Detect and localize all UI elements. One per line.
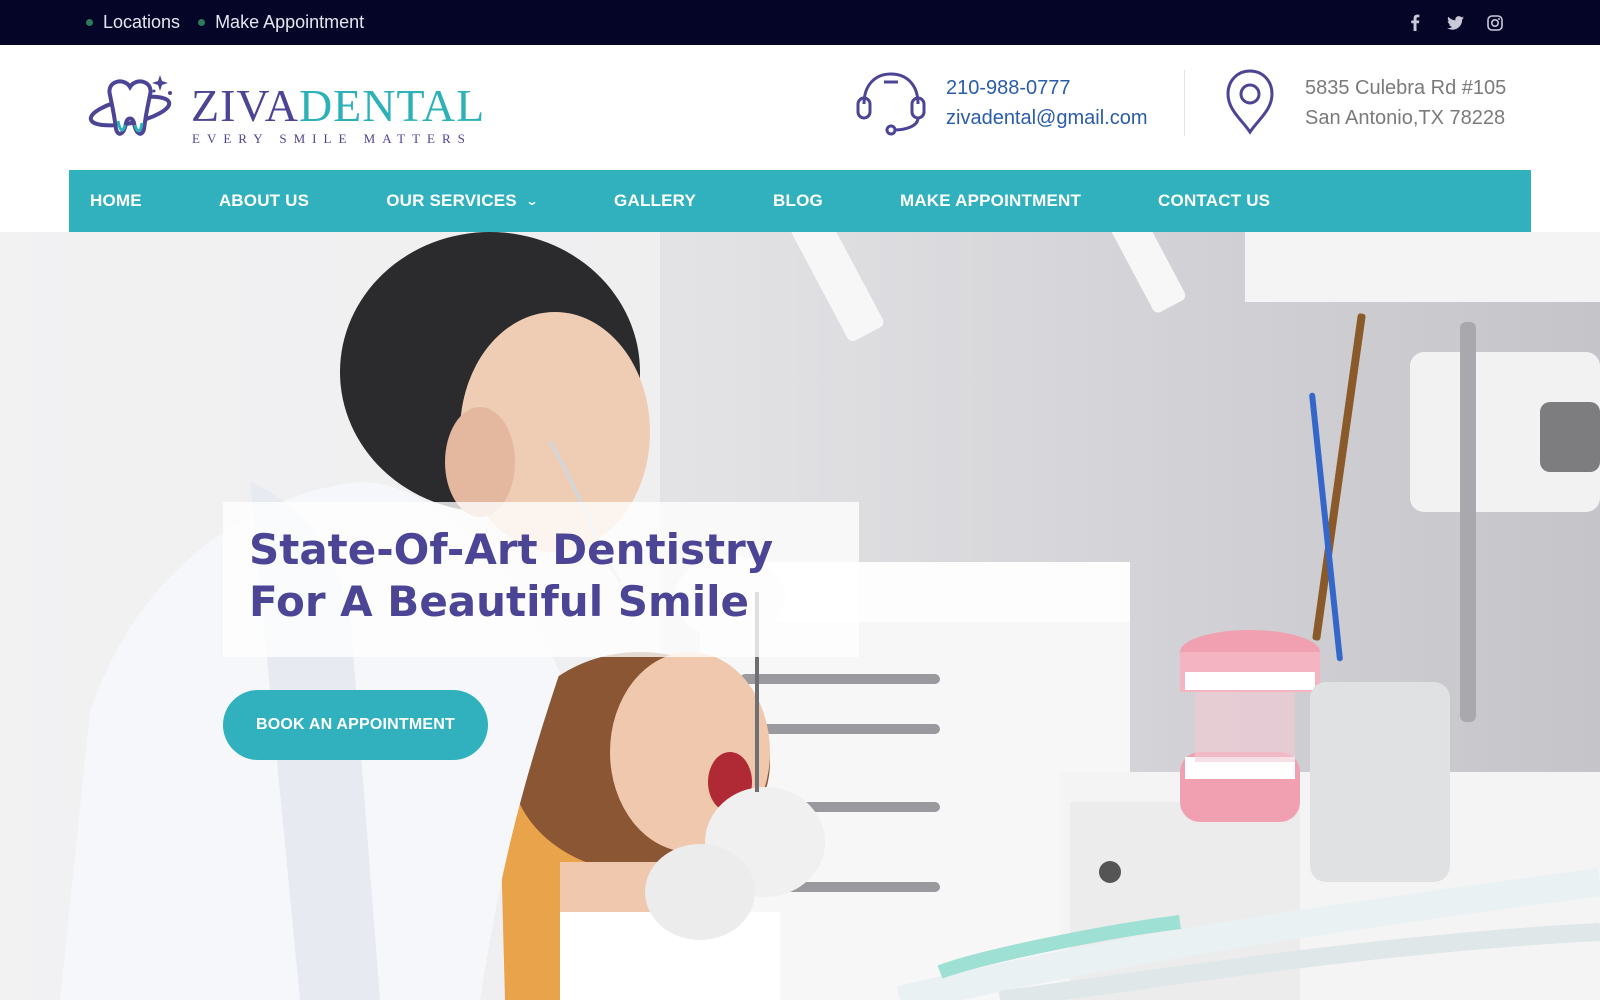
top-link-label: Make Appointment [215,12,365,32]
nav-item-about-us[interactable]: ABOUT US [198,191,365,211]
logo-brand-ziva: ZIVA [191,80,299,131]
nav-item-label: ABOUT US [218,191,310,210]
logo-tagline: EVERY SMILE MATTERS [192,131,472,146]
top-link-locations[interactable]: Locations [86,12,180,33]
nav-item-label: GALLERY [614,191,697,210]
top-link-make-appointment[interactable]: Make Appointment [198,12,364,33]
nav-item-label: CONTACT US [1158,191,1271,210]
email-link[interactable]: zivadental@gmail.com [946,103,1148,133]
logo-brand-dental: DENTAL [298,80,486,131]
facebook-icon[interactable] [1406,14,1424,32]
logo-wordmark: ZIVADENTAL [191,81,485,131]
phone-link[interactable]: 210-988-0777 [946,73,1148,103]
nav-item-label: MAKE APPOINTMENT [899,191,1082,210]
nav-item-label: BLOG [773,191,823,210]
social-links [1384,0,1504,45]
tooth-logo-icon [88,75,172,136]
top-bar: Locations Make Appointment [0,0,1600,45]
nav-item-gallery[interactable]: GALLERY [593,191,752,211]
main-nav: HOME ABOUT US OUR SERVICES ⌄ GALLERY BLOG… [69,170,1531,232]
chevron-down-icon: ⌄ [525,194,539,208]
nav-item-label: OUR SERVICES [386,191,517,210]
header-divider [1184,70,1185,136]
nav-item-contact-us[interactable]: CONTACT US [1137,191,1326,211]
bullet-dot [198,19,206,26]
hero-section: State-Of-Art Dentistry For A Beautiful S… [0,232,1600,1000]
site-logo[interactable]: ZIVADENTAL EVERY SMILE MATTERS [88,73,488,153]
book-appointment-button[interactable]: BOOK AN APPOINTMENT [223,690,488,760]
top-link-label: Locations [103,12,181,32]
site-header: ZIVADENTAL EVERY SMILE MATTERS 210-988-0… [0,45,1600,170]
instagram-icon[interactable] [1486,14,1504,32]
hero-headline: State-Of-Art Dentistry For A Beautiful S… [249,525,774,626]
nav-item-label: HOME [90,191,142,210]
nav-item-our-services[interactable]: OUR SERVICES ⌄ [365,191,593,211]
twitter-icon[interactable] [1446,14,1464,32]
nav-item-make-appointment[interactable]: MAKE APPOINTMENT [879,191,1137,211]
address-lines: 5835 Culebra Rd #105 San Antonio,TX 7822… [1305,73,1506,133]
contact-lines: 210-988-0777 zivadental@gmail.com [946,73,1148,133]
nav-item-home[interactable]: HOME [69,191,198,211]
top-links: Locations Make Appointment [86,0,382,45]
bullet-dot [86,19,93,26]
nav-item-blog[interactable]: BLOG [752,191,879,211]
address-line-2: San Antonio,TX 78228 [1305,107,1506,129]
headset-icon [856,72,926,136]
hero-headline-panel: State-Of-Art Dentistry For A Beautiful S… [223,502,859,657]
address-line-1: 5835 Culebra Rd #105 [1305,77,1507,99]
location-pin-icon [1226,69,1274,135]
